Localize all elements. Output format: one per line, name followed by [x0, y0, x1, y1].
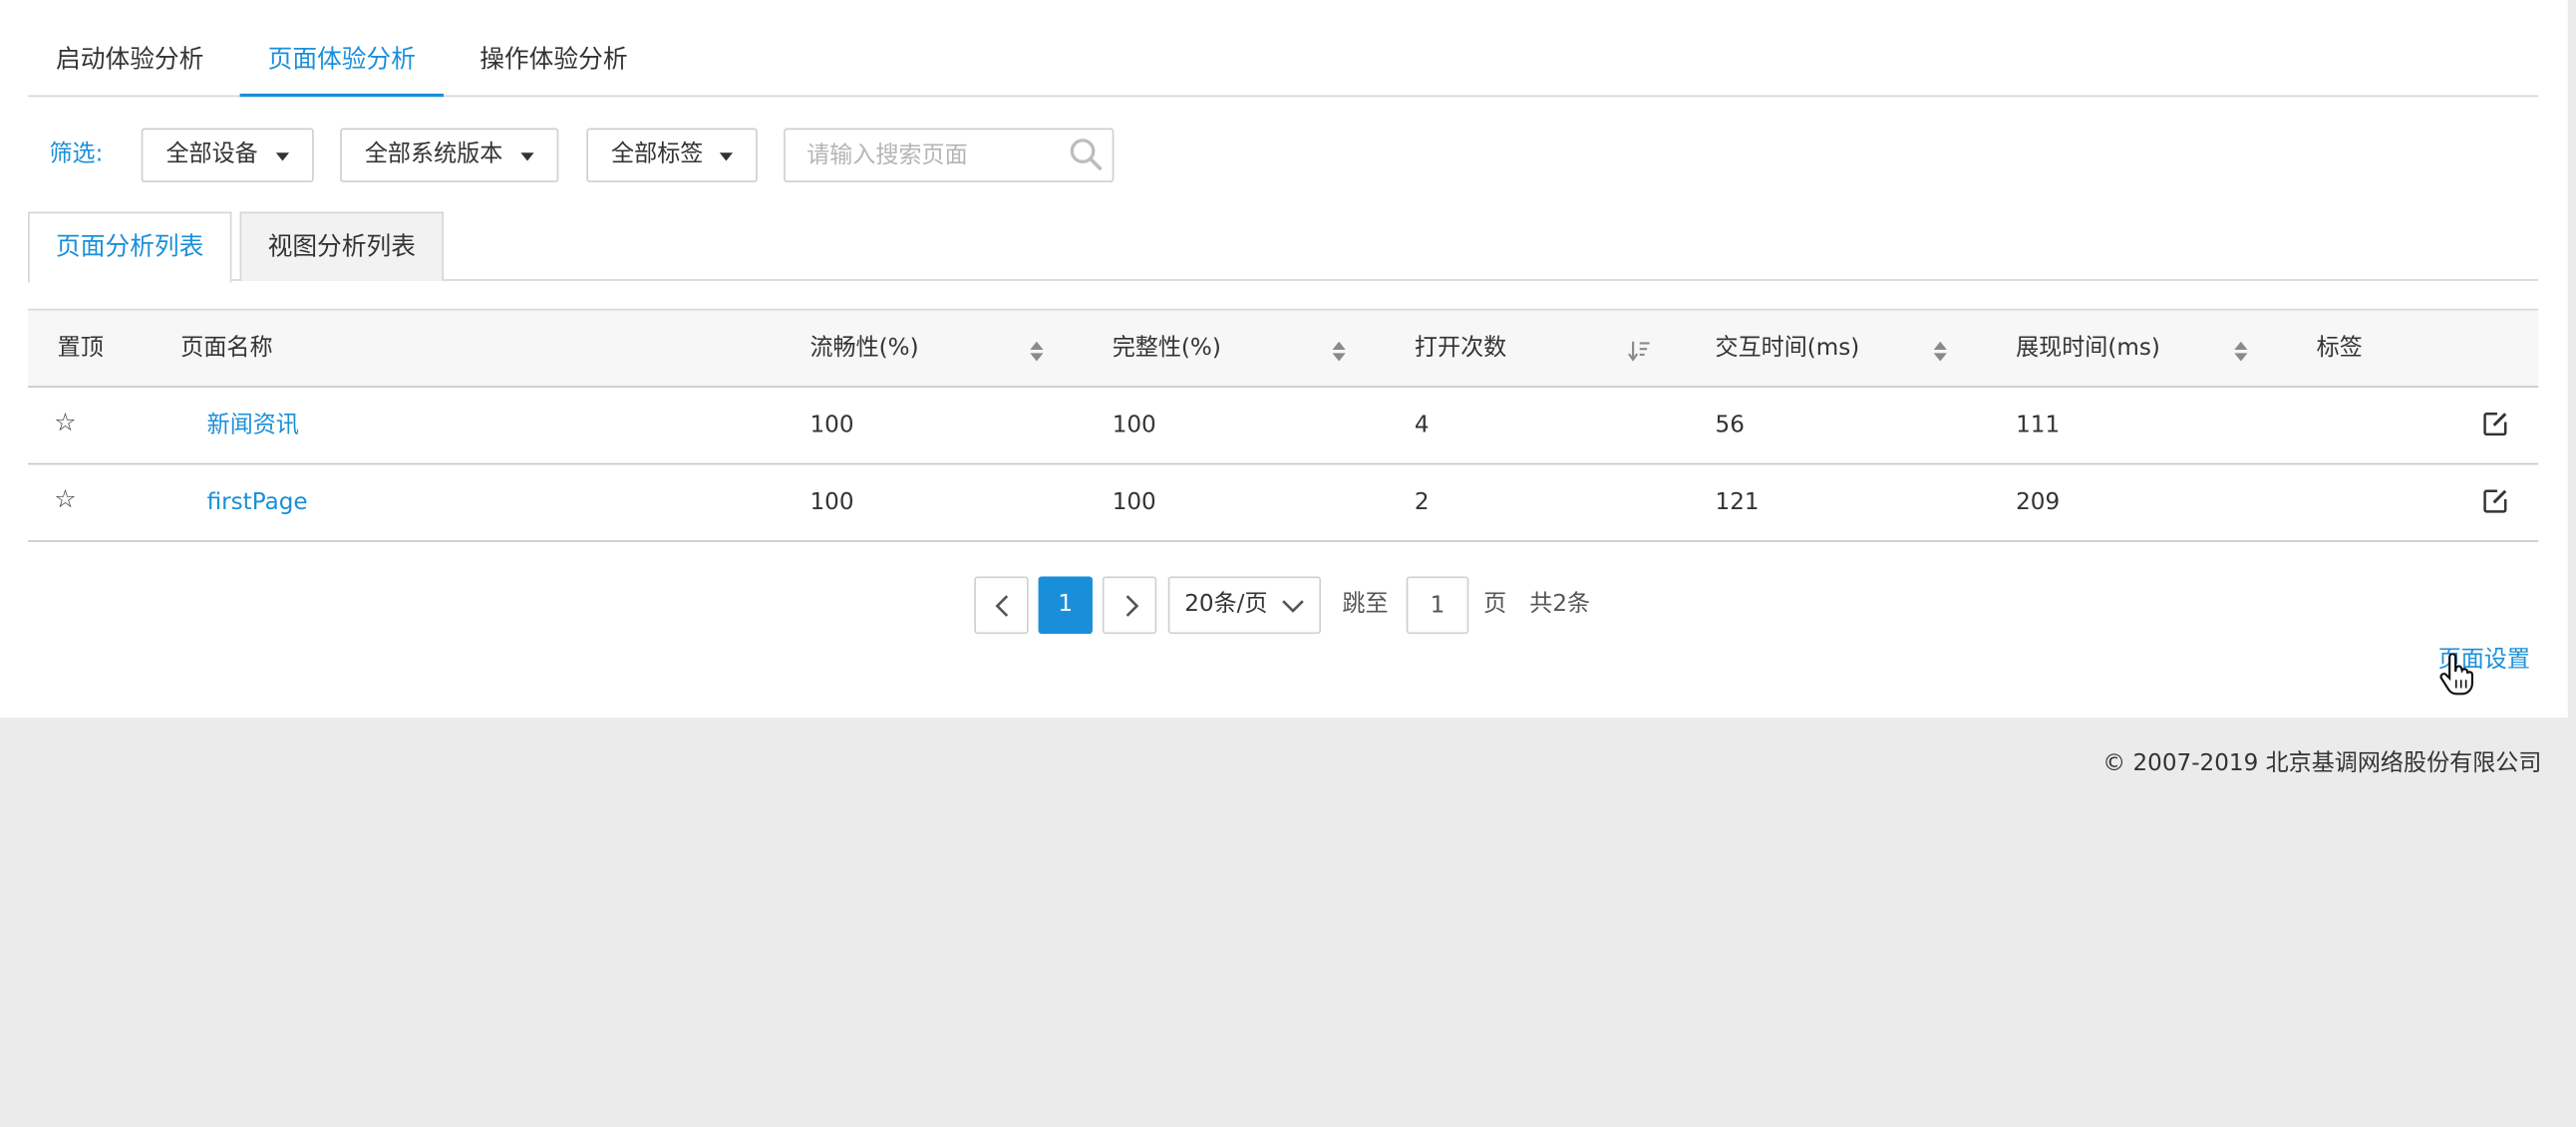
column-header-open-count[interactable]: 打开次数 — [1415, 310, 1506, 386]
caret-down-icon — [520, 152, 534, 161]
tab-page-experience[interactable]: 页面体验分析 — [239, 26, 444, 98]
edit-icon[interactable] — [2482, 411, 2508, 436]
hand-cursor-icon — [2439, 653, 2473, 696]
page-name-link[interactable]: firstPage — [207, 464, 308, 540]
prev-page-button[interactable] — [974, 576, 1029, 635]
table-row: ☆ firstPage 100 100 2 121 209 — [28, 464, 2539, 542]
integrity-value: 100 — [1112, 489, 1156, 516]
display-time-value: 209 — [2016, 489, 2061, 516]
page-unit-label: 页 — [1483, 591, 1507, 618]
os-version-dropdown-label: 全部系统版本 — [364, 141, 503, 168]
integrity-value: 100 — [1112, 412, 1156, 439]
tag-dropdown-label: 全部标签 — [611, 141, 704, 168]
sub-tab-bar: 页面分析列表 视图分析列表 — [28, 211, 2539, 283]
page-button-current[interactable]: 1 — [1038, 576, 1093, 635]
page-analysis-table: 置顶 页面名称 流畅性(%) 完整性(%) 打开次数 交互时间(ms) 展现时间… — [28, 308, 2539, 542]
star-icon[interactable]: ☆ — [54, 484, 76, 514]
sort-icon[interactable] — [1932, 340, 1948, 363]
table-row: ☆ 新闻资讯 100 100 4 56 111 — [28, 388, 2539, 465]
caret-down-icon — [719, 152, 734, 161]
tab-view-analysis-list[interactable]: 视图分析列表 — [239, 211, 444, 281]
display-time-value: 111 — [2016, 412, 2061, 439]
edit-icon[interactable] — [2482, 487, 2508, 513]
smoothness-value: 100 — [809, 412, 854, 439]
jump-page-input[interactable] — [1406, 576, 1469, 635]
search-box — [784, 128, 1115, 182]
page-size-select[interactable]: 20条/页 — [1167, 576, 1321, 635]
search-input[interactable] — [806, 130, 1070, 181]
chevron-down-icon — [1282, 600, 1304, 613]
tag-dropdown[interactable]: 全部标签 — [586, 128, 758, 182]
interaction-time-value: 121 — [1715, 489, 1760, 516]
star-icon[interactable]: ☆ — [54, 408, 76, 437]
column-header-interaction-time[interactable]: 交互时间(ms) — [1716, 310, 1860, 386]
tab-launch-experience[interactable]: 启动体验分析 — [28, 26, 231, 97]
tab-page-analysis-list[interactable]: 页面分析列表 — [28, 211, 232, 283]
sort-icon[interactable] — [2233, 340, 2249, 363]
interaction-time-value: 56 — [1715, 412, 1745, 439]
open-count-value: 4 — [1414, 412, 1430, 439]
jump-label: 跳至 — [1342, 591, 1389, 618]
page-name-link[interactable]: 新闻资讯 — [207, 388, 299, 463]
column-header-display-time[interactable]: 展现时间(ms) — [2016, 310, 2160, 386]
sort-icon[interactable] — [1029, 340, 1045, 363]
column-header-smoothness[interactable]: 流畅性(%) — [809, 310, 918, 386]
top-tab-bar: 启动体验分析 页面体验分析 操作体验分析 — [28, 26, 2539, 98]
tab-operation-experience[interactable]: 操作体验分析 — [452, 26, 655, 97]
total-count: 共2条 — [1529, 591, 1591, 618]
chevron-right-icon — [1126, 595, 1139, 617]
table-header: 置顶 页面名称 流畅性(%) 完整性(%) 打开次数 交互时间(ms) 展现时间… — [28, 308, 2539, 388]
device-dropdown-label: 全部设备 — [165, 141, 258, 168]
device-dropdown[interactable]: 全部设备 — [141, 128, 314, 182]
os-version-dropdown[interactable]: 全部系统版本 — [340, 128, 559, 182]
caret-down-icon — [275, 152, 290, 161]
open-count-value: 2 — [1414, 489, 1430, 516]
chevron-left-icon — [995, 595, 1009, 617]
sort-descending-icon[interactable] — [1628, 340, 1651, 362]
search-icon[interactable] — [1070, 138, 1103, 170]
page-size-label: 20条/页 — [1184, 591, 1268, 618]
column-header-page-name: 页面名称 — [180, 335, 273, 362]
next-page-button[interactable] — [1102, 576, 1157, 635]
footer-copyright: © 2007-2019 北京基调网络股份有限公司 — [2102, 750, 2542, 777]
column-header-integrity[interactable]: 完整性(%) — [1113, 310, 1221, 386]
smoothness-value: 100 — [809, 489, 854, 516]
column-header-tag: 标签 — [2316, 335, 2363, 362]
column-header-pin: 置顶 — [57, 335, 104, 362]
main-panel: 启动体验分析 页面体验分析 操作体验分析 筛选: 全部设备 全部系统版本 全部标… — [0, 0, 2568, 718]
sort-icon[interactable] — [1331, 340, 1347, 363]
filter-label: 筛选: — [49, 141, 104, 168]
